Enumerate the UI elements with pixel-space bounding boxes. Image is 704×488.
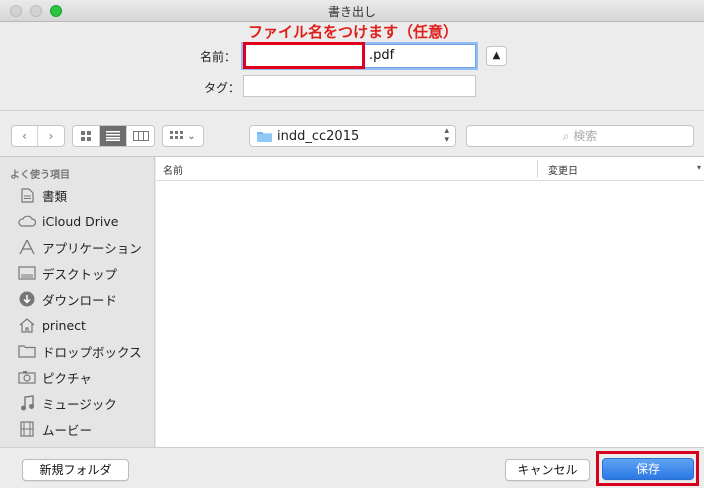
music-icon — [17, 394, 37, 412]
sidebar-item-label: ドロップボックス — [42, 344, 142, 360]
sidebar-item-label: iCloud Drive — [42, 213, 119, 229]
bottom-bar: 新規フォルダ キャンセル 保存 — [0, 447, 704, 488]
list-view-icon — [106, 131, 120, 141]
sidebar-item-label: ダウンロード — [42, 292, 118, 308]
search-field[interactable]: ⌕ 検索 — [466, 125, 694, 147]
sidebar-item-label: ピクチャ — [42, 370, 92, 386]
icon-view-button[interactable] — [73, 126, 100, 146]
film-icon — [17, 420, 37, 438]
new-folder-button[interactable]: 新規フォルダ — [22, 459, 129, 481]
tag-label: タグ： — [204, 81, 241, 95]
file-list[interactable]: 名前 変更日 ▾ — [156, 157, 704, 447]
documents-icon — [17, 186, 37, 204]
sort-arrow-icon: ▾ — [697, 163, 702, 172]
sidebar-item-label: prinect — [42, 317, 86, 333]
tag-field[interactable] — [243, 75, 476, 97]
applications-icon — [17, 238, 37, 256]
camera-icon — [17, 368, 37, 386]
sidebar-item-movies[interactable]: ムービー — [0, 417, 155, 441]
folder-icon — [17, 342, 37, 360]
search-placeholder: 検索 — [573, 129, 598, 143]
arrange-menu-button[interactable]: ⌄ — [162, 125, 204, 147]
cloud-icon — [17, 212, 37, 230]
list-view-button[interactable] — [100, 126, 127, 146]
sidebar-item-icloud-drive[interactable]: iCloud Drive — [0, 209, 155, 233]
window-title: 書き出し — [327, 5, 376, 19]
sidebar-section-favorites: よく使う項目 — [10, 170, 70, 181]
sidebar-item-label: ムービー — [42, 422, 93, 438]
chevron-up-icon: ▲ — [492, 50, 501, 61]
navigation-buttons: ‹ › — [11, 125, 65, 147]
desktop-icon — [17, 264, 37, 282]
column-view-button[interactable] — [127, 126, 154, 146]
name-label: 名前： — [200, 50, 237, 64]
sidebar-item-dropbox[interactable]: ドロップボックス — [0, 339, 155, 363]
divider — [0, 110, 704, 111]
sidebar-item-downloads[interactable]: ダウンロード — [0, 287, 155, 311]
home-icon — [17, 316, 37, 334]
sidebar-item-prinect[interactable]: prinect — [0, 313, 155, 337]
chevron-left-icon: ‹ — [22, 129, 27, 143]
sidebar-item-documents[interactable]: 書類 — [0, 183, 155, 207]
folder-icon — [257, 132, 272, 142]
download-icon — [17, 290, 37, 308]
column-divider[interactable] — [537, 160, 538, 178]
chevron-right-icon: › — [48, 129, 54, 143]
chevron-down-icon: ⌄ — [187, 130, 196, 142]
column-header-date-modified[interactable]: 変更日 — [548, 162, 578, 177]
sidebar: よく使う項目 書類 iCloud Drive アプリケーション デスクトップ ダ… — [0, 157, 155, 447]
icon-view-icon — [81, 131, 91, 141]
sidebar-item-label: ミュージック — [42, 396, 117, 412]
forward-button[interactable]: › — [38, 126, 64, 146]
sidebar-item-label: アプリケーション — [42, 240, 142, 256]
collapse-button[interactable]: ▲ — [486, 46, 507, 66]
location-popup[interactable]: indd_cc2015 ▴ ▾ — [249, 125, 456, 147]
title-bar: 書き出し — [0, 0, 704, 22]
export-dialog: 書き出し ファイル名をつけます（任意） 名前： .pdf ▲ タグ： ‹ › ⌄… — [0, 0, 704, 488]
view-mode-control — [72, 125, 155, 147]
sidebar-item-label: デスクトップ — [42, 266, 118, 282]
save-button[interactable]: 保存 — [602, 458, 694, 480]
sidebar-item-music[interactable]: ミュージック — [0, 391, 155, 415]
popup-arrows-icon: ▴ ▾ — [444, 126, 449, 145]
back-button[interactable]: ‹ — [12, 126, 38, 146]
sidebar-item-pictures[interactable]: ピクチャ — [0, 365, 155, 389]
column-header-name[interactable]: 名前 — [163, 162, 183, 177]
name-highlight-box[interactable] — [243, 42, 365, 69]
sidebar-item-applications[interactable]: アプリケーション — [0, 235, 155, 259]
filename-annotation: ファイル名をつけます（任意） — [248, 23, 459, 41]
sidebar-item-desktop[interactable]: デスクトップ — [0, 261, 155, 285]
file-list-header: 名前 変更日 ▾ — [156, 157, 704, 181]
location-label: indd_cc2015 — [277, 129, 360, 144]
search-icon: ⌕ — [562, 129, 570, 143]
arrange-icon — [170, 131, 184, 139]
cancel-button[interactable]: キャンセル — [505, 459, 590, 481]
sidebar-item-label: 書類 — [42, 188, 68, 204]
name-extension: .pdf — [369, 48, 395, 63]
column-view-icon — [132, 131, 149, 141]
